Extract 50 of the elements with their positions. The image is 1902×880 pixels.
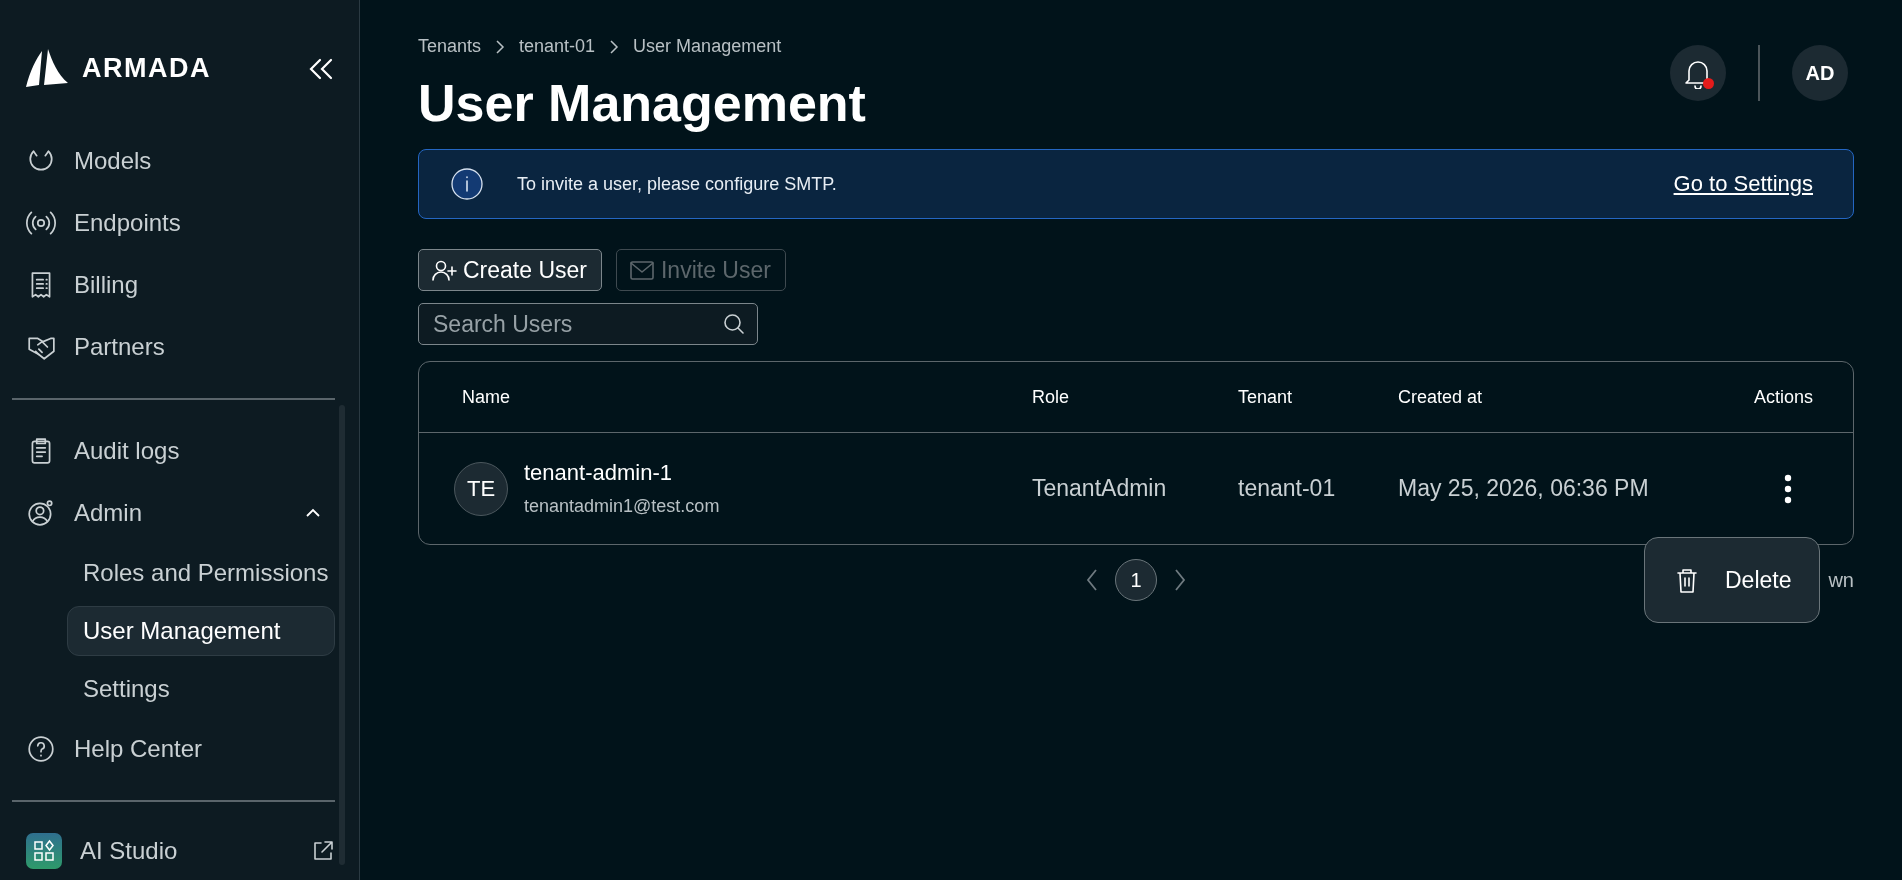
nav-subitem[interactable]: User Management bbox=[67, 605, 335, 656]
user-gear-icon bbox=[26, 497, 56, 528]
nav-item[interactable]: Help Center bbox=[12, 717, 335, 780]
nav-subitem[interactable]: Roles and Permissions bbox=[67, 547, 335, 598]
apps-icon bbox=[26, 832, 62, 869]
chevron-left-icon[interactable] bbox=[1085, 568, 1099, 592]
breadcrumb-link[interactable]: tenant-01 bbox=[519, 36, 596, 57]
nav-item[interactable]: Endpoints bbox=[12, 191, 335, 254]
help-icon bbox=[26, 733, 56, 764]
nav-item[interactable]: Models bbox=[12, 129, 335, 192]
column-header: Tenant bbox=[1238, 386, 1294, 408]
pagination-info: wn bbox=[1828, 568, 1854, 592]
nav-item[interactable]: Admin bbox=[12, 481, 335, 544]
column-header: Role bbox=[1032, 386, 1071, 408]
search-icon[interactable] bbox=[722, 312, 746, 336]
chevron-right-icon bbox=[609, 38, 620, 55]
column-header: Created at bbox=[1398, 386, 1484, 408]
column-header: Name bbox=[462, 386, 511, 408]
info-icon bbox=[451, 168, 483, 200]
nav-item[interactable]: Partners bbox=[12, 315, 335, 378]
menu-item[interactable]: Delete bbox=[1675, 566, 1792, 594]
page-button[interactable]: 1 bbox=[1115, 559, 1157, 601]
user-email: tenantadmin1@test.com bbox=[524, 496, 720, 517]
chevron-right-icon[interactable] bbox=[1173, 568, 1187, 592]
ai-studio-link[interactable]: AI Studio bbox=[12, 821, 335, 880]
logo: ARMADA bbox=[26, 48, 211, 89]
notifications-button[interactable] bbox=[1670, 45, 1726, 101]
collapse-icon[interactable] bbox=[307, 56, 335, 81]
chevron-right-icon bbox=[495, 38, 506, 55]
table-cell-text: May 25, 2026, 06:36 PM bbox=[1398, 475, 1650, 502]
external-link-icon bbox=[311, 838, 335, 863]
settings-link[interactable]: Go to Settings bbox=[1673, 171, 1813, 197]
column-header: Actions bbox=[1752, 386, 1814, 408]
more-icon[interactable] bbox=[1783, 473, 1793, 504]
trash-icon bbox=[1675, 566, 1699, 594]
banner-message: To invite a user, please configure SMTP. bbox=[517, 173, 838, 195]
table-cell-text: tenant-01 bbox=[1238, 475, 1337, 502]
breadcrumb-link[interactable]: Tenants bbox=[418, 36, 482, 57]
sail-icon bbox=[26, 48, 70, 89]
create-button[interactable]: Create User bbox=[418, 249, 602, 291]
envelope-icon bbox=[629, 258, 655, 282]
nav-item[interactable]: Billing bbox=[12, 253, 335, 316]
table-cell-text: TenantAdmin bbox=[1032, 475, 1168, 502]
nav-item[interactable]: Audit logs bbox=[12, 419, 335, 482]
user-plus-icon bbox=[431, 258, 457, 282]
search-field[interactable]: Search Users bbox=[418, 303, 758, 345]
user-avatar: TE bbox=[454, 461, 508, 516]
user-avatar[interactable]: AD bbox=[1792, 45, 1848, 101]
user-name: tenant-admin-1 bbox=[524, 460, 673, 486]
nav-subitem[interactable]: Settings bbox=[67, 663, 335, 714]
